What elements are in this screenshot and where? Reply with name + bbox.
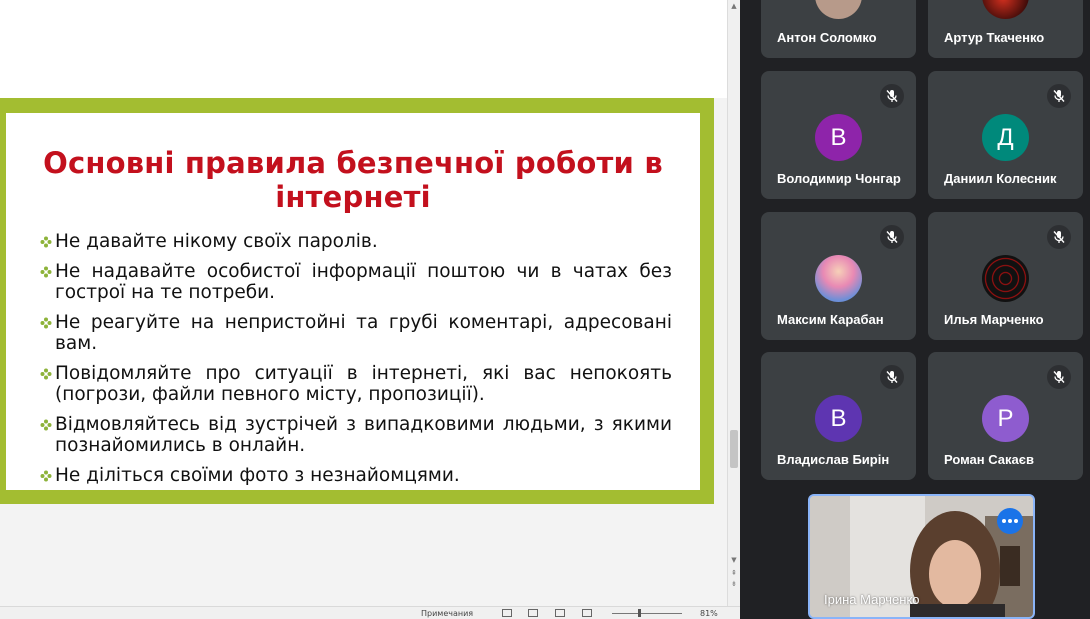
avatar bbox=[815, 255, 862, 302]
presentation-area: Основні правила безпечної роботи в інтер… bbox=[0, 0, 740, 619]
participant-tile[interactable]: В Володимир Чонгар bbox=[761, 71, 916, 199]
slide-sorter-icon[interactable] bbox=[528, 609, 538, 617]
avatar bbox=[815, 0, 862, 19]
diamond-bullet-icon bbox=[40, 317, 52, 329]
avatar bbox=[982, 0, 1029, 19]
self-name: Ірина Марченко bbox=[824, 592, 920, 607]
participant-tile[interactable]: Илья Марченко bbox=[928, 212, 1083, 340]
previous-slide-area bbox=[0, 0, 727, 98]
bullet-list: Не давайте нікому своїх паролів. Не нада… bbox=[40, 231, 672, 495]
next-slide-icon[interactable]: ⇟ bbox=[729, 580, 739, 588]
more-options-button[interactable] bbox=[997, 508, 1023, 534]
slide: Основні правила безпечної роботи в інтер… bbox=[6, 113, 700, 490]
zoom-slider-knob[interactable] bbox=[638, 609, 641, 617]
diamond-bullet-icon bbox=[40, 470, 52, 482]
mic-off-icon bbox=[880, 365, 904, 389]
reading-view-icon[interactable] bbox=[555, 609, 565, 617]
avatar: Р bbox=[982, 395, 1029, 442]
list-item: Не реагуйте на непристойні та грубі коме… bbox=[40, 312, 672, 354]
slide-frame: Основні правила безпечної роботи в інтер… bbox=[0, 98, 714, 504]
participant-tile[interactable]: Антон Соломко bbox=[761, 0, 916, 58]
self-video-tile[interactable]: Ірина Марченко bbox=[808, 494, 1035, 619]
mic-off-icon bbox=[880, 84, 904, 108]
participant-tile[interactable]: Максим Карабан bbox=[761, 212, 916, 340]
avatar: Д bbox=[982, 114, 1029, 161]
participant-name: Владислав Бирін bbox=[777, 452, 890, 467]
avatar: В bbox=[815, 395, 862, 442]
participant-name: Максим Карабан bbox=[777, 312, 884, 327]
participant-tile[interactable]: Артур Ткаченко bbox=[928, 0, 1083, 58]
participant-name: Антон Соломко bbox=[777, 30, 877, 45]
diamond-bullet-icon bbox=[40, 368, 52, 380]
scroll-up-icon[interactable]: ▲ bbox=[729, 2, 739, 10]
mic-off-icon bbox=[1047, 225, 1071, 249]
participant-tile[interactable]: Д Даниил Колесник bbox=[928, 71, 1083, 199]
participant-tile[interactable]: В Владислав Бирін bbox=[761, 352, 916, 480]
participant-name: Илья Марченко bbox=[944, 312, 1044, 327]
mic-off-icon bbox=[1047, 84, 1071, 108]
bullet-text: Не давайте нікому своїх паролів. bbox=[55, 231, 378, 252]
bullet-text: Не надавайте особистої інформації поштою… bbox=[55, 261, 672, 303]
previous-slide-icon[interactable]: ⇞ bbox=[729, 569, 739, 577]
list-item: Не надавайте особистої інформації поштою… bbox=[40, 261, 672, 303]
avatar: В bbox=[815, 114, 862, 161]
notes-button[interactable]: Примечания bbox=[421, 608, 473, 619]
mic-off-icon bbox=[1047, 365, 1071, 389]
bullet-text: Повідомляйте про ситуації в інтернеті, я… bbox=[55, 363, 672, 405]
list-item: Відмовляйтесь від зустрічей з випадковим… bbox=[40, 414, 672, 456]
participant-name: Даниил Колесник bbox=[944, 171, 1057, 186]
participant-name: Володимир Чонгар bbox=[777, 171, 901, 186]
bullet-text: Не діліться своїми фото з незнайомцями. bbox=[55, 465, 460, 486]
status-bar: Примечания 81% bbox=[0, 606, 740, 619]
slideshow-icon[interactable] bbox=[582, 609, 592, 617]
list-item: Повідомляйте про ситуації в інтернеті, я… bbox=[40, 363, 672, 405]
bullet-text: Не реагуйте на непристойні та грубі коме… bbox=[55, 312, 672, 354]
slide-title: Основні правила безпечної роботи в інтер… bbox=[43, 146, 663, 214]
mic-off-icon bbox=[880, 225, 904, 249]
scroll-thumb[interactable] bbox=[730, 430, 738, 468]
zoom-slider[interactable] bbox=[612, 613, 682, 614]
participant-name: Артур Ткаченко bbox=[944, 30, 1045, 45]
list-item: Не давайте нікому своїх паролів. bbox=[40, 231, 672, 252]
avatar bbox=[982, 255, 1029, 302]
diamond-bullet-icon bbox=[40, 266, 52, 278]
normal-view-icon[interactable] bbox=[502, 609, 512, 617]
participant-tile[interactable]: Р Роман Сакаєв bbox=[928, 352, 1083, 480]
participant-name: Роман Сакаєв bbox=[944, 452, 1034, 467]
list-item: Не діліться своїми фото з незнайомцями. bbox=[40, 465, 672, 486]
vertical-scrollbar[interactable]: ▲ ▼ ⇞ ⇟ bbox=[727, 0, 740, 606]
bullet-text: Відмовляйтесь від зустрічей з випадковим… bbox=[55, 414, 672, 456]
zoom-level[interactable]: 81% bbox=[700, 608, 718, 619]
diamond-bullet-icon bbox=[40, 236, 52, 248]
diamond-bullet-icon bbox=[40, 419, 52, 431]
scroll-down-icon[interactable]: ▼ bbox=[729, 556, 739, 564]
